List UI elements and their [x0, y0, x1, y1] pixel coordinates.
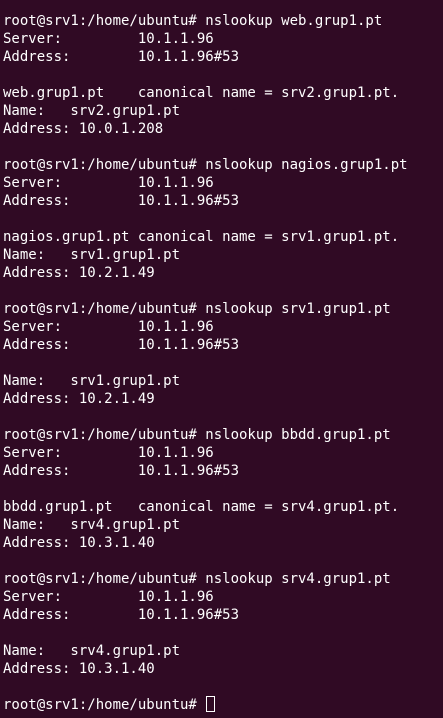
output-line: Server: 10.1.1.96	[3, 31, 214, 47]
prompt-line: root@srv1:/home/ubuntu# nslookup srv4.gr…	[3, 571, 391, 587]
output-line: Server: 10.1.1.96	[3, 175, 214, 191]
text-cursor	[206, 696, 216, 712]
output-line: Name: srv4.grup1.pt	[3, 517, 181, 533]
output-line: Address: 10.1.1.96#53	[3, 193, 240, 209]
output-line: Address: 10.2.1.49	[3, 265, 155, 281]
output-line: web.grup1.pt canonical name = srv2.grup1…	[3, 85, 400, 101]
output-line: Address: 10.3.1.40	[3, 535, 155, 551]
terminal-window[interactable]: root@srv1:/home/ubuntu# nslookup web.gru…	[0, 0, 443, 718]
output-line: bbdd.grup1.pt canonical name = srv4.grup…	[3, 499, 400, 515]
output-line: nagios.grup1.pt canonical name = srv1.gr…	[3, 229, 400, 245]
output-line: Address: 10.1.1.96#53	[3, 607, 240, 623]
prompt-line: root@srv1:/home/ubuntu# nslookup nagios.…	[3, 157, 408, 173]
output-line: Server: 10.1.1.96	[3, 589, 214, 605]
output-line: Address: 10.1.1.96#53	[3, 463, 240, 479]
output-line: Name: srv1.grup1.pt	[3, 247, 181, 263]
output-line: Address: 10.3.1.40	[3, 661, 155, 677]
output-line: Name: srv2.grup1.pt	[3, 103, 181, 119]
prompt-line: root@srv1:/home/ubuntu# nslookup srv1.gr…	[3, 301, 391, 317]
terminal-output: root@srv1:/home/ubuntu# nslookup web.gru…	[3, 12, 443, 714]
output-line: Address: 10.1.1.96#53	[3, 49, 240, 65]
output-line: Server: 10.1.1.96	[3, 319, 214, 335]
prompt-line: root@srv1:/home/ubuntu# nslookup bbdd.gr…	[3, 427, 391, 443]
current-prompt-line[interactable]: root@srv1:/home/ubuntu#	[3, 696, 443, 714]
prompt-line: root@srv1:/home/ubuntu# nslookup web.gru…	[3, 13, 383, 29]
output-line: Address: 10.0.1.208	[3, 121, 164, 137]
output-line: Name: srv4.grup1.pt	[3, 643, 181, 659]
output-line: Address: 10.2.1.49	[3, 391, 155, 407]
current-prompt: root@srv1:/home/ubuntu#	[3, 697, 206, 713]
output-line: Address: 10.1.1.96#53	[3, 337, 240, 353]
output-line: Name: srv1.grup1.pt	[3, 373, 181, 389]
output-line: Server: 10.1.1.96	[3, 445, 214, 461]
